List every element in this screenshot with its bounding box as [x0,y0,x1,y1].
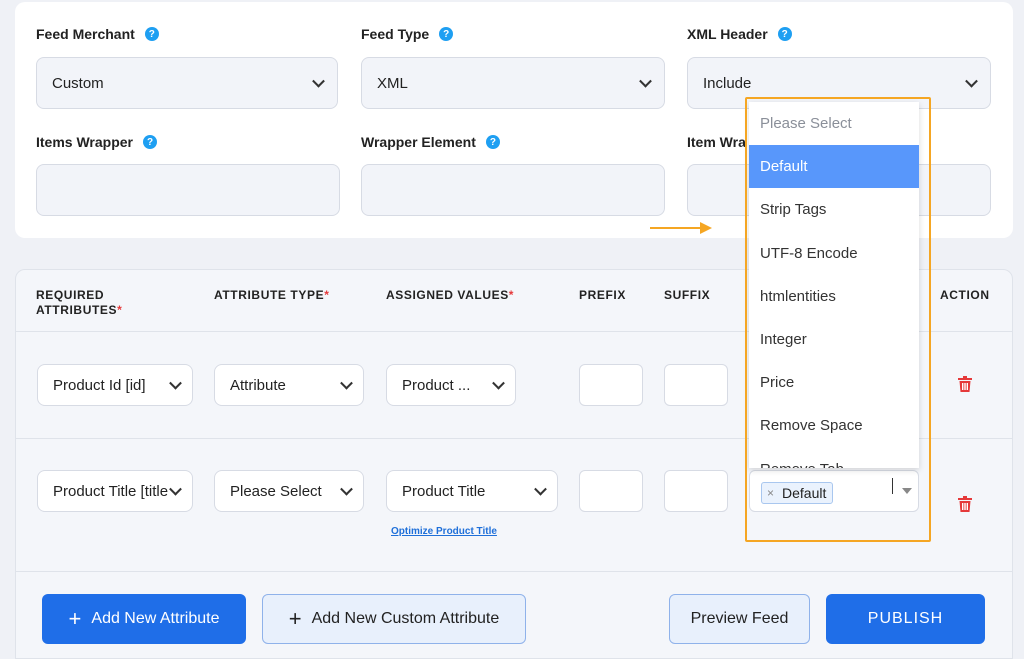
chevron-down-icon [340,482,353,496]
chevron-down-icon [965,74,978,88]
publish-button[interactable]: PUBLISH [826,594,985,644]
prefix-input[interactable] [579,364,643,406]
feed-type-label: Feed Type ? [361,26,454,42]
dropdown-option-integer[interactable]: Integer [749,318,919,361]
feed-merchant-label: Feed Merchant ? [36,26,159,42]
assigned-value-value: Product ... [402,376,471,394]
chevron-down-icon [534,482,547,496]
wrapper-element-label: Wrapper Element ? [361,134,500,150]
preview-feed-label: Preview Feed [690,610,789,627]
attribute-type-select[interactable]: Attribute [214,364,364,406]
add-new-attribute-button[interactable]: + Add New Attribute [42,594,246,644]
dropdown-option-please-select[interactable]: Please Select [749,102,919,145]
add-new-custom-attribute-label: Add New Custom Attribute [311,610,500,627]
xml-header-value: Include [703,74,752,92]
selected-tag: × Default [761,482,834,504]
header-action: ACTION [940,288,990,302]
assigned-value-select[interactable]: Product Title [386,470,558,512]
feed-merchant-value: Custom [52,74,104,92]
chevron-down-icon [639,74,652,88]
help-icon[interactable]: ? [777,27,792,41]
required-attribute-value: Product Id [id] [53,376,146,394]
items-wrapper-input[interactable] [36,164,340,216]
dropdown-option-price[interactable]: Price [749,361,919,404]
chevron-down-icon [492,376,505,390]
dropdown-option-remove-tab[interactable]: Remove Tab [749,448,919,468]
header-attribute-type: ATTRIBUTE TYPE* [214,288,330,302]
dropdown-option-strip-tags[interactable]: Strip Tags [749,188,919,231]
header-assigned-values: ASSIGNED VALUES* [386,288,515,302]
prefix-input[interactable] [579,470,643,512]
feed-type-select[interactable]: XML [361,57,665,109]
suffix-input[interactable] [664,470,728,512]
trash-icon[interactable] [958,496,972,512]
dropdown-option-htmlentities[interactable]: htmlentities [749,275,919,318]
help-icon[interactable]: ? [144,27,159,41]
publish-label: PUBLISH [867,610,944,627]
wrapper-element-input[interactable] [361,164,665,216]
xml-header-label: XML Header ? [687,26,792,42]
items-wrapper-label: Items Wrapper ? [36,134,157,150]
assigned-value-value: Product Title [402,482,486,500]
preview-feed-button[interactable]: Preview Feed [669,594,810,644]
attribute-type-value: Attribute [230,376,286,394]
help-icon[interactable]: ? [485,135,500,149]
chevron-down-icon [169,376,182,390]
item-wrapper-label: Item Wra [687,134,746,150]
header-required-attributes: REQUIRED ATTRIBUTES* [36,288,123,317]
attribute-type-value: Please Select [230,482,322,500]
dropdown-option-utf8-encode[interactable]: UTF-8 Encode [749,232,919,275]
chevron-down-icon [340,376,353,390]
chevron-down-icon [312,74,325,88]
add-new-custom-attribute-button[interactable]: + Add New Custom Attribute [262,594,526,644]
dropdown-option-remove-space[interactable]: Remove Space [749,404,919,447]
suffix-input[interactable] [664,364,728,406]
plus-icon: + [68,606,82,631]
chevron-down-icon [169,482,182,496]
dropdown-option-default[interactable]: Default [749,145,919,189]
trash-icon[interactable] [958,376,972,392]
feed-merchant-select[interactable]: Custom [36,57,338,109]
assigned-value-select[interactable]: Product ... [386,364,516,406]
required-attribute-select[interactable]: Product Id [id] [37,364,193,406]
required-attribute-select[interactable]: Product Title [title [37,470,193,512]
header-prefix: PREFIX [579,288,626,302]
help-icon[interactable]: ? [143,135,157,149]
help-icon[interactable]: ? [439,27,454,41]
remove-tag-icon[interactable]: × [767,486,774,500]
output-type-multiselect[interactable]: × Default [749,470,919,512]
selected-tag-label: Default [782,485,827,501]
feed-type-value: XML [377,74,408,92]
output-type-dropdown: Please Select Default Strip Tags UTF-8 E… [749,102,919,468]
plus-icon: + [288,606,302,631]
add-new-attribute-label: Add New Attribute [91,610,220,627]
text-caret [892,478,893,494]
required-attribute-value: Product Title [title [53,482,169,500]
optimize-product-title-link[interactable]: Optimize Product Title [391,526,497,537]
row-divider [16,571,1012,572]
attribute-type-select[interactable]: Please Select [214,470,364,512]
header-suffix: SUFFIX [664,288,711,302]
caret-down-icon[interactable] [902,488,912,494]
arrow-right-icon [650,222,712,234]
